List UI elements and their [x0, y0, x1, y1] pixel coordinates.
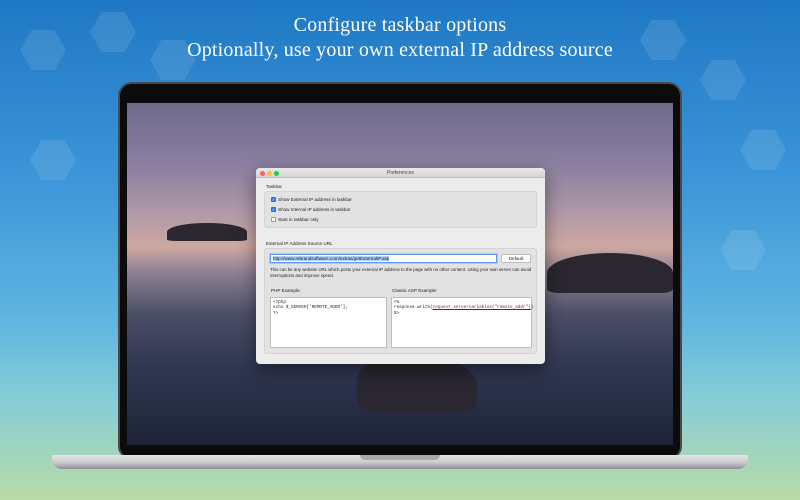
asp-example-textarea[interactable]: <% response.write(request.servervariables… [391, 297, 533, 348]
php-example-label: PHP Example: [271, 288, 301, 293]
code-line: ?> [273, 310, 279, 316]
code-line: %> [394, 310, 400, 316]
background-hexagon [740, 130, 786, 170]
checkmark-icon[interactable]: ✓ [271, 207, 276, 212]
wallpaper-island [547, 253, 673, 293]
background-hexagon [700, 60, 746, 100]
wallpaper-island [167, 223, 247, 241]
code-suffix: ) [530, 305, 534, 311]
show-external-ip-checkbox-row[interactable]: ✓ Show External IP address in taskbar [271, 197, 352, 202]
window-title: Preferences [387, 170, 414, 176]
source-url-input[interactable]: http://www.rebrandsoftware.com/extras/ge… [270, 254, 497, 263]
asp-example-label: Classic ASP Example: [392, 288, 438, 293]
code-line: response.write(request.servervariables("… [394, 305, 533, 311]
source-url-note: This can be any website URL which posts … [270, 267, 532, 278]
headline-line-1: Configure taskbar options [293, 14, 507, 36]
taskbar-section-label: Taskbar [266, 184, 283, 189]
background-hexagon [720, 230, 766, 270]
checkbox-empty-icon[interactable] [271, 217, 276, 222]
checkbox-label: Show Internal IP address in taskbar [278, 207, 351, 212]
preferences-window: Preferences Taskbar ✓ Show External IP a… [256, 168, 545, 364]
default-button[interactable]: Default [501, 254, 531, 263]
laptop-notch [360, 455, 440, 460]
code-prefix: response.write( [394, 305, 433, 311]
checkmark-icon[interactable]: ✓ [271, 197, 276, 202]
headline-line-2: Optionally, use your own external IP add… [187, 39, 613, 61]
checkbox-label: Show External IP address in taskbar [278, 197, 352, 202]
window-titlebar[interactable]: Preferences [256, 168, 545, 178]
background-hexagon [30, 140, 76, 180]
source-section-label: External IP Address Source URL [266, 241, 333, 246]
show-internal-ip-checkbox-row[interactable]: ✓ Show Internal IP address in taskbar [271, 207, 350, 212]
checkbox-label: Start in taskbar only [278, 217, 319, 222]
start-in-taskbar-checkbox-row[interactable]: Start in taskbar only [271, 217, 319, 222]
source-url-value: http://www.rebrandsoftware.com/extras/ge… [273, 256, 390, 261]
php-example-textarea[interactable]: <?php echo $_SERVER['REMOTE_ADDR']; ?> [270, 297, 387, 348]
code-link: request.servervariables("remote_addr") [432, 305, 531, 311]
